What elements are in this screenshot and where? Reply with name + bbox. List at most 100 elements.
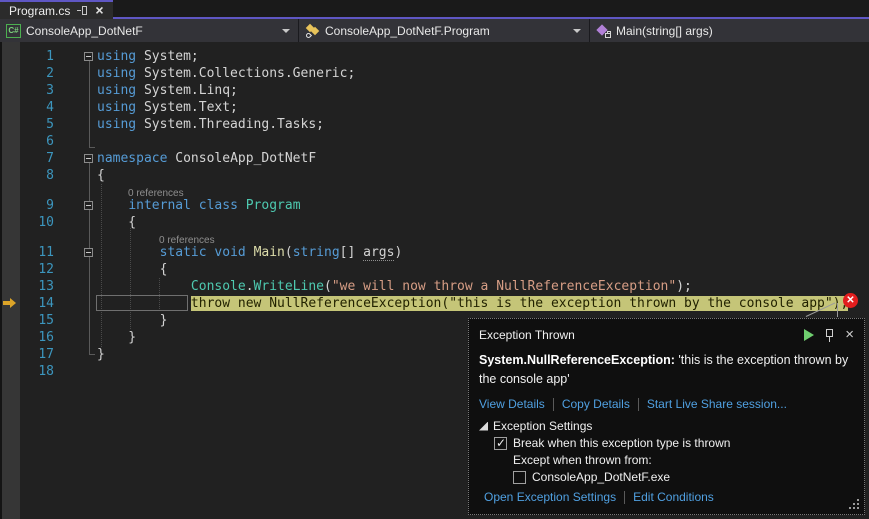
break-when-thrown-checkbox[interactable] [494, 437, 507, 450]
type-dropdown-label: ConsoleApp_DotNetF.Program [325, 24, 490, 38]
close-icon[interactable]: × [95, 5, 103, 16]
codelens-row[interactable]: 0 references [0, 184, 869, 197]
glyph-margin-cell[interactable] [0, 82, 20, 99]
line-number: 14 [20, 295, 58, 312]
module-exclude-checkbox[interactable] [513, 471, 526, 484]
pin-icon[interactable] [77, 5, 88, 16]
chevron-down-icon[interactable] [282, 29, 290, 33]
break-when-thrown-label: Break when this exception type is thrown [513, 436, 730, 450]
glyph-margin-cell[interactable] [0, 197, 20, 214]
collapse-region-icon[interactable] [84, 154, 93, 163]
expander-collapse-icon[interactable] [479, 422, 488, 431]
fold-margin-cell [58, 214, 97, 231]
code-text[interactable]: { [97, 261, 167, 278]
fold-margin-cell [58, 65, 97, 82]
exception-highlighted-statement[interactable]: throw new NullReferenceException("this i… [191, 296, 848, 311]
vs-editor-window: Program.cs × C# ConsoleApp_DotNetF Conso… [0, 0, 869, 519]
glyph-margin-cell[interactable] [0, 295, 20, 312]
code-text[interactable]: using System.Text; [97, 99, 238, 116]
code-line[interactable]: 7namespace ConsoleApp_DotNetF [0, 150, 869, 167]
code-text[interactable]: internal class Program [97, 197, 301, 214]
code-text[interactable]: using System.Threading.Tasks; [97, 116, 324, 133]
glyph-margin-cell[interactable] [0, 261, 20, 278]
code-text[interactable]: } [97, 312, 167, 329]
edit-conditions-link[interactable]: Edit Conditions [633, 490, 714, 504]
collapse-region-icon[interactable] [84, 201, 93, 210]
code-text[interactable]: using System.Collections.Generic; [97, 65, 355, 82]
glyph-margin-cell[interactable] [0, 329, 20, 346]
copy-details-link[interactable]: Copy Details [562, 397, 630, 411]
line-number: 5 [20, 116, 58, 133]
code-line[interactable]: 11 static void Main(string[] args) [0, 244, 869, 261]
code-text[interactable]: using System.Linq; [97, 82, 238, 99]
close-icon[interactable]: × [845, 329, 854, 341]
tab-strip-filler [113, 0, 869, 19]
line-number: 1 [20, 48, 58, 65]
line-number: 2 [20, 65, 58, 82]
line-number: 17 [20, 346, 58, 363]
tab-program-cs[interactable]: Program.cs × [0, 0, 113, 19]
member-dropdown-label: Main(string[] args) [616, 24, 713, 38]
code-text[interactable]: using System; [97, 48, 199, 65]
collapse-region-icon[interactable] [84, 248, 93, 257]
glyph-margin-cell[interactable] [0, 312, 20, 329]
code-text[interactable]: namespace ConsoleApp_DotNetF [97, 150, 316, 167]
line-number: 10 [20, 214, 58, 231]
exception-error-icon[interactable]: ✕ [843, 293, 858, 308]
glyph-margin-cell[interactable] [0, 346, 20, 363]
type-dropdown[interactable]: ConsoleApp_DotNetF.Program [299, 19, 590, 42]
code-text[interactable]: static void Main(string[] args) [97, 244, 402, 261]
glyph-margin-cell[interactable] [0, 99, 20, 116]
resize-grip[interactable] [857, 507, 859, 509]
code-line[interactable]: 12 { [0, 261, 869, 278]
fold-margin-cell [58, 116, 97, 133]
glyph-margin-cell[interactable] [0, 278, 20, 295]
exception-message: System.NullReferenceException: 'this is … [479, 351, 851, 389]
tab-title: Program.cs [9, 4, 70, 18]
code-line[interactable]: 8{ [0, 167, 869, 184]
code-text[interactable]: } [97, 329, 136, 346]
code-line[interactable]: 2 using System.Collections.Generic; [0, 65, 869, 82]
current-statement-arrow-icon [3, 298, 17, 308]
code-editor[interactable]: 1 using System; 2 using System.Collections.… [0, 42, 869, 519]
code-text[interactable]: { [97, 214, 136, 231]
code-text[interactable]: { [97, 167, 105, 184]
code-line[interactable]: 13 Console.WriteLine("we will now throw … [0, 278, 869, 295]
code-text[interactable]: Console.WriteLine("we will now throw a N… [97, 278, 692, 295]
glyph-margin-cell[interactable] [0, 150, 20, 167]
project-dropdown[interactable]: C# ConsoleApp_DotNetF [0, 19, 299, 42]
pin-icon[interactable] [825, 329, 834, 342]
module-exclude-label: ConsoleApp_DotNetF.exe [532, 470, 670, 484]
chevron-down-icon[interactable] [573, 29, 581, 33]
glyph-margin-cell[interactable] [0, 363, 20, 380]
fold-margin-cell [58, 261, 97, 278]
fold-margin-cell [58, 99, 97, 116]
code-line[interactable]: 3using System.Linq; [0, 82, 869, 99]
member-dropdown[interactable]: Main(string[] args) [590, 19, 869, 42]
glyph-margin-cell[interactable] [0, 65, 20, 82]
collapse-region-icon[interactable] [84, 52, 93, 61]
code-line[interactable]: 10 { [0, 214, 869, 231]
line-number: 15 [20, 312, 58, 329]
glyph-margin-cell[interactable] [0, 214, 20, 231]
code-text[interactable]: } [97, 346, 105, 363]
live-share-link[interactable]: Start Live Share session... [647, 397, 787, 411]
line-number: 11 [20, 244, 58, 261]
exception-thrown-popup: Exception Thrown × System.NullReferenceE… [468, 318, 865, 515]
code-line[interactable]: 5 using System.Threading.Tasks; [0, 116, 869, 133]
continue-play-icon[interactable] [804, 329, 814, 341]
view-details-link[interactable]: View Details [479, 397, 545, 411]
current-statement-box [96, 295, 188, 311]
glyph-margin-cell[interactable] [0, 116, 20, 133]
glyph-margin-cell[interactable] [0, 244, 20, 261]
glyph-margin-cell[interactable] [0, 48, 20, 65]
glyph-margin-cell[interactable] [0, 167, 20, 184]
open-exception-settings-link[interactable]: Open Exception Settings [484, 490, 616, 504]
code-line[interactable]: 6 [0, 133, 869, 150]
glyph-margin-cell[interactable] [0, 133, 20, 150]
code-line[interactable]: 4using System.Text; [0, 99, 869, 116]
code-text[interactable]: throw new NullReferenceException("this i… [97, 295, 848, 312]
code-line[interactable]: 1 using System; [0, 48, 869, 65]
codelens-row[interactable]: 0 references [0, 231, 869, 244]
code-line[interactable]: 9 internal class Program [0, 197, 869, 214]
